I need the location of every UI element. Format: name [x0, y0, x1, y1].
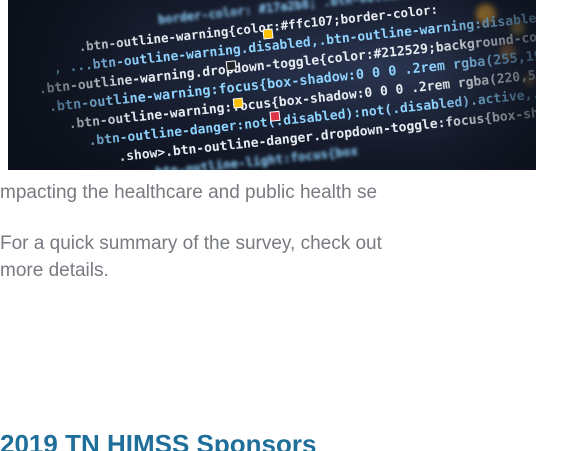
summary-line-1: For a quick summary of the survey, check…: [0, 233, 382, 254]
code-illustration: border-color: #17a2b8; .btn-outline.btn-…: [8, 0, 536, 170]
summary-paragraph: For a quick summary of the survey, check…: [0, 230, 563, 284]
page: border-color: #17a2b8; .btn-outline.btn-…: [0, 0, 563, 451]
sponsors-heading: 2019 TN HIMSS Sponsors: [0, 429, 317, 451]
vignette: [8, 0, 536, 170]
intro-paragraph: mpacting the healthcare and public healt…: [0, 182, 378, 203]
hero-code-image: border-color: #17a2b8; .btn-outline.btn-…: [8, 0, 536, 170]
summary-line-2: more details.: [0, 260, 109, 281]
